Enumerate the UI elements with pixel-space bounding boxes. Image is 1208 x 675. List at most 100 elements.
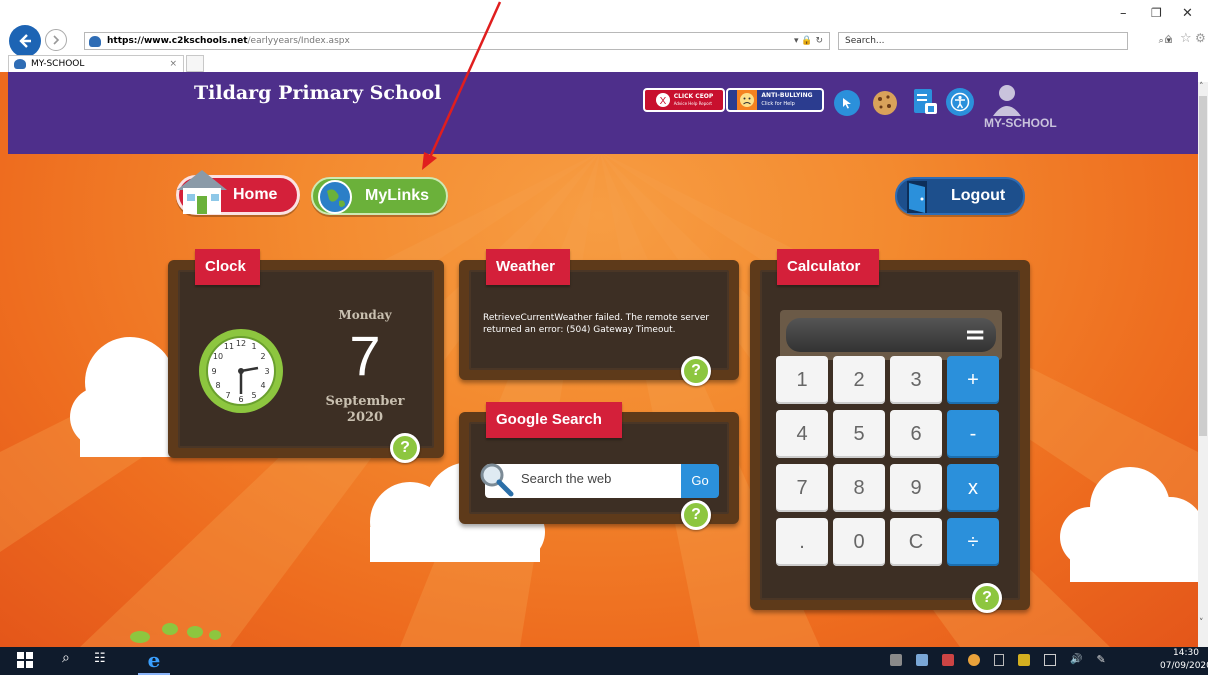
calc-key-5[interactable]: 5 (833, 410, 885, 458)
tab-my-school[interactable]: MY-SCHOOL × (8, 55, 184, 72)
search-placeholder: Search... (845, 36, 885, 46)
windows-start-icon[interactable] (17, 652, 33, 672)
cursor-arrow-icon (843, 98, 851, 109)
globe-icon (318, 180, 352, 214)
new-tab-button[interactable] (186, 55, 204, 72)
my-school-logo-icon (993, 85, 1021, 116)
url-path: /earlyyears/Index.aspx (247, 36, 350, 46)
calc-key-8[interactable]: 7 (776, 464, 828, 512)
tray-icon-4[interactable] (968, 654, 980, 666)
clock-help-button[interactable]: ? (390, 433, 420, 463)
google-help-button[interactable]: ? (681, 500, 711, 530)
ceop-badge[interactable]: X CLICK CEOP Advice Help Report (643, 88, 725, 112)
tray-icon-3[interactable] (942, 654, 954, 666)
calc-key-14[interactable]: C (890, 518, 942, 566)
house-icon (177, 170, 227, 214)
scroll-up-icon[interactable]: ˄ (1199, 82, 1204, 92)
svg-text:5: 5 (251, 391, 256, 400)
weather-help-button[interactable]: ? (681, 356, 711, 386)
taskbar-search-icon[interactable]: ⌕ (62, 650, 70, 666)
accessibility-figure (950, 92, 970, 112)
pointer-tool-icon[interactable] (834, 90, 860, 116)
scroll-thumb[interactable] (1199, 96, 1207, 436)
calc-key-0[interactable]: 1 (776, 356, 828, 404)
volume-icon[interactable]: 🔊 (1070, 654, 1082, 668)
clock-day: Monday (338, 308, 392, 322)
minimize-button[interactable]: – (1120, 6, 1127, 21)
tray-icon-2[interactable] (916, 654, 928, 666)
calculator-equals-symbol: = (964, 320, 986, 350)
clock-year: 2020 (346, 410, 384, 425)
google-go-button[interactable]: Go (681, 464, 719, 498)
calc-key-6[interactable]: 6 (890, 410, 942, 458)
pen-icon[interactable]: ✎ (1096, 654, 1105, 668)
calc-key-11[interactable]: x (947, 464, 999, 512)
svg-text:3: 3 (264, 367, 269, 376)
svg-text:2: 2 (260, 352, 265, 361)
calc-key-9[interactable]: 8 (833, 464, 885, 512)
network-icon[interactable] (1044, 654, 1056, 666)
calc-key-10[interactable]: 9 (890, 464, 942, 512)
sad-face-icon (737, 90, 758, 110)
cloud-right-decoration (1060, 467, 1198, 582)
tray-icon-6[interactable] (1018, 654, 1030, 666)
weather-title: Weather (486, 249, 570, 285)
tab-favicon-icon (14, 59, 26, 69)
vertical-scrollbar[interactable]: ˄ ˅ (1198, 82, 1208, 647)
clock-widget: 12 1 2 3 4 5 6 7 8 9 10 11 Monday 7 September 2020 (168, 260, 444, 458)
mylinks-button[interactable]: MyLinks (311, 177, 448, 215)
forward-button[interactable] (45, 29, 67, 51)
settings-gear-icon[interactable]: ⚙ (1195, 31, 1206, 45)
taskbar-date[interactable]: 07/09/2020 (1160, 661, 1208, 671)
calc-key-2[interactable]: 3 (890, 356, 942, 404)
magnifier-icon (480, 463, 514, 497)
url-controls[interactable]: ▾ 🔒 ↻ (794, 33, 823, 49)
google-title: Google Search (486, 402, 622, 438)
taskbar-time[interactable]: 14:30 (1166, 648, 1206, 658)
calc-key-3[interactable]: + (947, 356, 999, 404)
tab-close-icon[interactable]: × (169, 56, 177, 72)
svg-text:9: 9 (211, 367, 216, 376)
url-host: https://www.c2kschools.net (107, 36, 248, 46)
tray-icon-1[interactable] (890, 654, 902, 666)
plant-decoration (130, 623, 221, 643)
bullying-line1: ANTI-BULLYING (761, 92, 813, 99)
browser-search-input[interactable]: Search... ⌕ ▾ (838, 32, 1171, 50)
weather-message: RetrieveCurrentWeather failed. The remot… (483, 313, 710, 335)
door-icon (907, 181, 927, 213)
bullying-line2: Click for Help (761, 101, 795, 107)
calculator-help-button[interactable]: ? (972, 583, 1002, 613)
internet-explorer-icon[interactable]: e (138, 647, 170, 675)
cookie-icon[interactable] (870, 88, 900, 118)
calc-key-15[interactable]: ÷ (947, 518, 999, 566)
page-content: Tildarg Primary School X CLICK CEOP Advi… (0, 72, 1198, 647)
forward-arrow-icon (53, 35, 60, 45)
my-school-logo: MY-SCHOOL (984, 82, 1074, 132)
back-button[interactable] (9, 25, 41, 57)
accessibility-icon[interactable] (946, 88, 974, 116)
scroll-down-icon[interactable]: ˅ (1199, 618, 1204, 628)
home-icon[interactable]: ⌂ (1164, 31, 1173, 47)
calc-key-4[interactable]: 4 (776, 410, 828, 458)
favorites-star-icon[interactable]: ☆ (1180, 31, 1192, 46)
ceop-line1: CLICK CEOP (673, 93, 714, 100)
task-view-icon[interactable]: ☷ (94, 651, 106, 666)
calc-key-12[interactable]: . (776, 518, 828, 566)
calc-key-13[interactable]: 0 (833, 518, 885, 566)
svg-text:8: 8 (215, 381, 220, 390)
document-lock-icon[interactable] (910, 86, 940, 118)
anti-bullying-badge[interactable]: ANTI-BULLYING Click for Help (726, 88, 824, 112)
tray-icon-5[interactable] (994, 654, 1004, 666)
svg-text:4: 4 (260, 381, 265, 390)
close-button[interactable]: ✕ (1182, 6, 1193, 21)
logout-button[interactable]: Logout (895, 177, 1025, 215)
calc-key-7[interactable]: - (947, 410, 999, 458)
svg-text:11: 11 (224, 342, 234, 351)
system-tray-icons[interactable]: 🔊 ✎ (890, 654, 1110, 668)
calc-key-1[interactable]: 2 (833, 356, 885, 404)
calculator-keypad: 1 2 3 +4 5 6- 7 8 9 x. 0 C ÷ (776, 356, 1006, 572)
doc-lock-shape (914, 89, 937, 114)
restore-button[interactable]: ❐ (1151, 6, 1162, 20)
clock-date: 7 (349, 324, 381, 387)
home-button[interactable]: Home (176, 170, 300, 215)
